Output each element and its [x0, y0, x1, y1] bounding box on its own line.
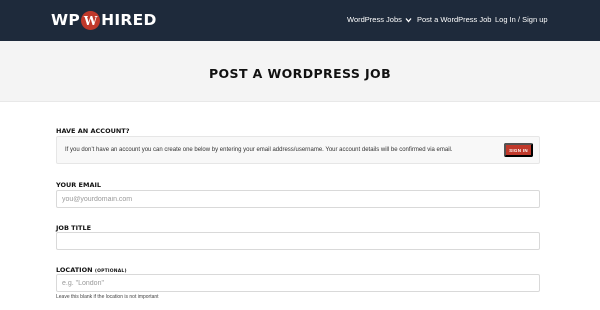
sign-in-button[interactable]: SIGN IN — [504, 143, 533, 157]
top-nav: WP W HIRED WordPress Jobs Post a WordPre… — [0, 0, 600, 41]
site-logo[interactable]: WP W HIRED — [51, 11, 157, 30]
email-field[interactable] — [56, 190, 540, 208]
nav-item-label: Post a WordPress Job — [417, 15, 492, 24]
job-title-label: JOB TITLE — [56, 224, 92, 232]
nav-item-login[interactable]: Log In / Sign up — [495, 14, 548, 26]
logo-text-right: HIRED — [101, 11, 157, 29]
have-account-label: HAVE AN ACCOUNT? — [56, 127, 130, 135]
location-help-text: Leave this blank if the location is not … — [56, 294, 159, 300]
logo-text-left: WP — [51, 11, 81, 29]
nav-item-post-job[interactable]: Post a WordPress Job — [417, 14, 491, 26]
account-notice: If you don’t have an account you can cre… — [56, 136, 540, 164]
location-label-text: LOCATION — [56, 266, 93, 274]
logo-badge-icon: W — [81, 11, 101, 30]
logo-badge-letter: W — [83, 13, 98, 28]
nav-item-label: WordPress Jobs — [347, 15, 402, 24]
nav-item-label: Log In / Sign up — [495, 15, 548, 24]
email-label: YOUR EMAIL — [56, 181, 102, 189]
page-title: POST A WORDPRESS JOB — [208, 66, 392, 81]
account-notice-text: If you don’t have an account you can cre… — [65, 147, 453, 153]
job-title-field[interactable] — [56, 232, 540, 250]
nav-item-wordpress-jobs[interactable]: WordPress Jobs — [347, 14, 412, 26]
chevron-down-icon — [405, 18, 412, 23]
location-field[interactable] — [56, 274, 540, 292]
